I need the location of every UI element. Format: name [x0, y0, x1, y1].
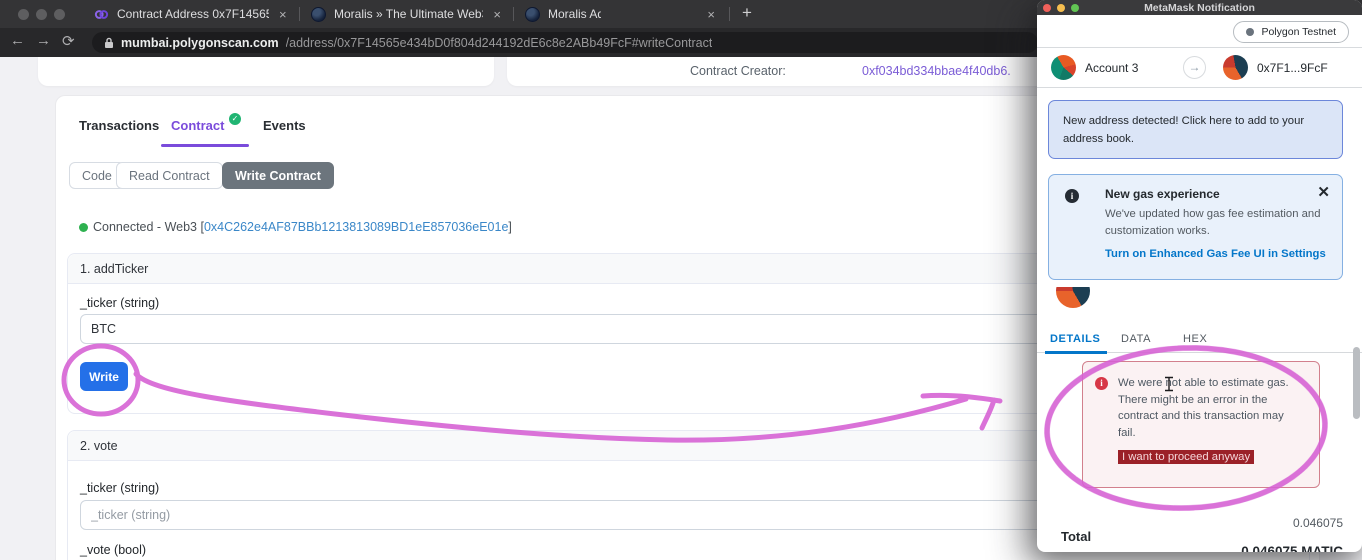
scrollbar-thumb[interactable]: [1353, 347, 1360, 419]
proceed-anyway-link[interactable]: I want to proceed anyway: [1118, 450, 1255, 464]
metamask-tabs: DETAILS DATA HEX: [1037, 326, 1362, 354]
tab-close-icon[interactable]: ×: [705, 7, 717, 22]
tab-title: Moralis Admin: [548, 7, 602, 21]
verified-check-icon: ✓: [229, 113, 241, 125]
arrow-right-icon: →: [1183, 56, 1206, 79]
tab-contract[interactable]: Contract: [171, 118, 224, 133]
read-contract-button-label: Read Contract: [129, 168, 210, 183]
url-domain: mumbai.polygonscan.com: [121, 35, 279, 50]
tab-events[interactable]: Events: [263, 118, 306, 133]
bracket: ]: [508, 220, 512, 234]
write-contract-button-label: Write Contract: [235, 168, 321, 183]
error-info-icon: i: [1095, 377, 1108, 390]
ticker-field-label: _ticker (string): [80, 296, 160, 310]
metamask-window-title: MetaMask Notification: [1144, 1, 1255, 14]
metamask-titlebar: MetaMask Notification: [1037, 0, 1362, 15]
write-button[interactable]: Write: [80, 362, 128, 391]
polygonscan-icon: [94, 9, 109, 19]
new-address-notice[interactable]: New address detected! Click here to add …: [1048, 100, 1343, 159]
connected-status-text: Connected - Web3: [93, 220, 201, 234]
to-account-avatar: [1223, 55, 1248, 80]
tab-title: Contract Address 0x7F14565e: [117, 7, 269, 21]
network-row: Polygon Testnet: [1037, 15, 1362, 48]
contract-creator-label: Contract Creator:: [690, 64, 786, 78]
contract-overview-card: [38, 57, 494, 86]
active-tab-underline: [161, 144, 249, 147]
window-zoom-button[interactable]: [54, 9, 65, 20]
from-account-avatar: [1051, 55, 1076, 80]
gas-banner-body: We've updated how gas fee estimation and…: [1105, 208, 1321, 237]
forward-icon[interactable]: →: [36, 32, 51, 49]
read-contract-button[interactable]: Read Contract: [116, 162, 223, 189]
contract-creator-address[interactable]: 0xf034bd334bbae4f40db6.: [862, 64, 1011, 78]
vote-bool-field-label: _vote (bool): [80, 543, 147, 557]
vote-ticker-field-label: _ticker (string): [80, 481, 160, 495]
code-button-label: Code: [82, 168, 112, 183]
write-contract-button[interactable]: Write Contract: [222, 162, 334, 189]
back-icon[interactable]: ←: [10, 32, 25, 49]
tab-close-icon[interactable]: ×: [491, 7, 503, 22]
window-minimize-button[interactable]: [36, 9, 47, 20]
from-account-name: Account 3: [1085, 61, 1139, 75]
tab-moralis-web3[interactable]: Moralis » The Ultimate Web3 D ×: [303, 0, 511, 28]
info-icon: i: [1065, 189, 1079, 203]
tab-hex[interactable]: HEX: [1183, 333, 1207, 345]
total-value: 0.046075: [1292, 516, 1343, 530]
connected-wallet-address[interactable]: 0x4C262e4AF87BBb1213813089BD1eE857036eE0…: [204, 220, 508, 234]
network-dot-icon: [1246, 28, 1255, 36]
url-path: /address/0x7F14565e434bD0f804d244192dE6c…: [285, 35, 713, 50]
tab-moralis-admin[interactable]: Moralis Admin ×: [517, 0, 725, 28]
total-amount-clipped: 0.046075 MATIC: [1241, 544, 1343, 552]
metamask-notification-window: MetaMask Notification Polygon Testnet Ac…: [1037, 0, 1362, 552]
tab-close-icon[interactable]: ×: [277, 7, 289, 22]
gas-experience-banner: i New gas experience We've updated how g…: [1048, 174, 1343, 280]
section-addticker-title: 1. addTicker: [80, 261, 149, 276]
gas-settings-link[interactable]: Turn on Enhanced Gas Fee UI in Settings: [1105, 248, 1328, 260]
lock-icon: [105, 37, 113, 48]
account-row: Account 3 → 0x7F1...9FcF: [1037, 48, 1362, 88]
tab-details[interactable]: DETAILS: [1050, 333, 1100, 345]
address-bar[interactable]: mumbai.polygonscan.com/address/0x7F14565…: [92, 32, 1038, 53]
active-tab-underline: [1045, 351, 1107, 354]
window-close-button[interactable]: [18, 9, 29, 20]
tab-transactions[interactable]: Transactions: [79, 118, 159, 133]
tab-separator: [299, 7, 300, 21]
tab-contract-address[interactable]: Contract Address 0x7F14565e ×: [86, 0, 298, 28]
tab-separator: [513, 7, 514, 21]
section-vote-title: 2. vote: [80, 438, 118, 453]
sender-avatar: [1056, 287, 1090, 308]
gas-estimate-error-box: i We were not able to estimate gas. Ther…: [1082, 361, 1320, 488]
close-icon[interactable]: ✕: [1317, 183, 1330, 201]
gas-banner-title: New gas experience: [1105, 187, 1220, 201]
moralis-icon: [311, 6, 326, 22]
connected-status: Connected - Web3 [0x4C262e4AF87BBb121381…: [93, 220, 512, 234]
total-label: Total: [1061, 529, 1092, 544]
tab-title: Moralis » The Ultimate Web3 D: [334, 7, 483, 21]
error-message: We were not able to estimate gas. There …: [1118, 377, 1289, 439]
tab-separator: [729, 7, 730, 21]
connected-status-icon: [79, 223, 88, 232]
moralis-icon: [525, 6, 540, 22]
tab-data[interactable]: DATA: [1121, 333, 1151, 345]
new-address-notice-text: New address detected! Click here to add …: [1063, 115, 1305, 145]
reload-icon[interactable]: ⟳: [62, 32, 75, 50]
network-name: Polygon Testnet: [1261, 26, 1336, 38]
to-account-address: 0x7F1...9FcF: [1257, 61, 1328, 75]
new-tab-button[interactable]: +: [742, 3, 752, 23]
network-badge[interactable]: Polygon Testnet: [1233, 21, 1349, 43]
sender-avatar-clipped: [1056, 287, 1090, 309]
